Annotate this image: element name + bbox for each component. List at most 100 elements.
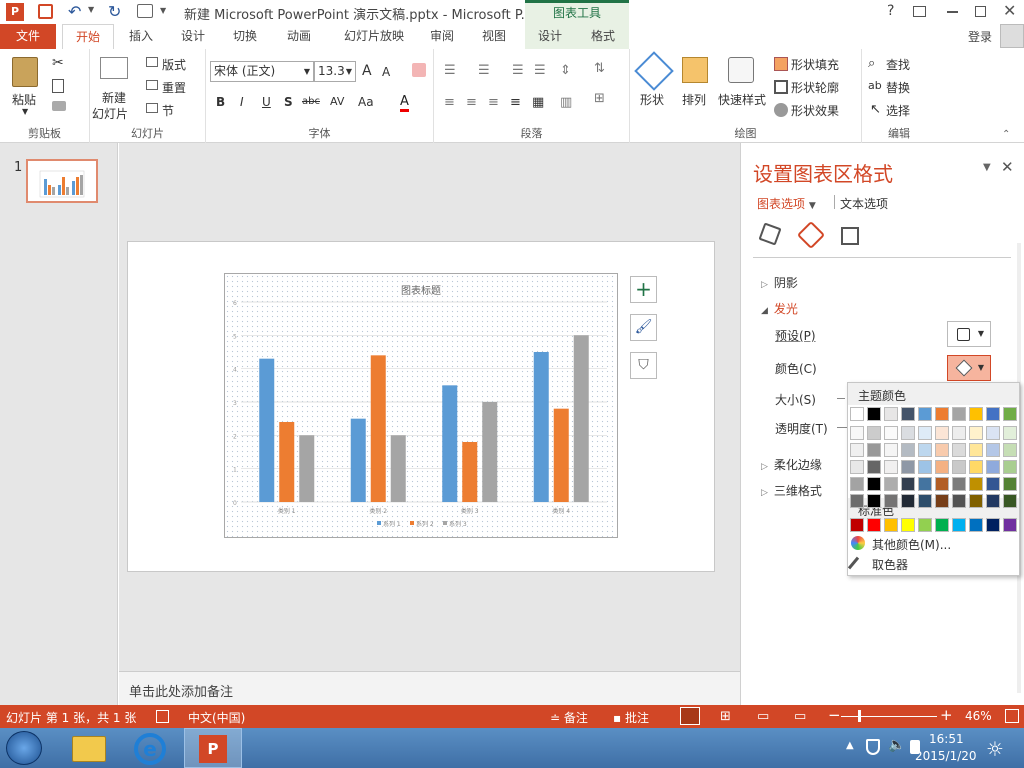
- tab-animations[interactable]: 动画: [276, 24, 322, 49]
- copy-icon[interactable]: [52, 79, 64, 93]
- theme-shade-swatch[interactable]: [986, 426, 1000, 440]
- zoom-in-button[interactable]: +: [940, 706, 953, 724]
- new-slide-icon[interactable]: [100, 57, 128, 79]
- reset-icon[interactable]: [146, 80, 158, 90]
- theme-shade-swatch[interactable]: [850, 494, 864, 508]
- help-button[interactable]: ?: [887, 3, 894, 19]
- theme-shade-swatch[interactable]: [850, 460, 864, 474]
- quick-styles-icon[interactable]: [728, 57, 754, 83]
- notes-toggle[interactable]: ≐ 备注: [550, 709, 588, 726]
- font-size-select[interactable]: 13.3 ▼: [314, 61, 356, 82]
- show-desktop-icon[interactable]: ☼: [986, 737, 1004, 761]
- theme-color-swatch[interactable]: [935, 407, 949, 421]
- clock-time[interactable]: 16:51: [929, 732, 964, 746]
- tab-review[interactable]: 审阅: [420, 24, 464, 49]
- theme-shade-swatch[interactable]: [1003, 426, 1017, 440]
- text-direction-icon[interactable]: ⇅: [594, 61, 605, 76]
- arrange-icon[interactable]: [682, 57, 708, 83]
- tab-file[interactable]: 文件: [0, 24, 56, 49]
- theme-shade-swatch[interactable]: [901, 426, 915, 440]
- theme-shade-swatch[interactable]: [884, 426, 898, 440]
- layout-button[interactable]: 版式: [162, 56, 186, 73]
- theme-color-swatch[interactable]: [1003, 407, 1017, 421]
- user-avatar[interactable]: [1000, 24, 1024, 48]
- align-center-icon[interactable]: ≡: [466, 95, 477, 110]
- standard-color-swatch[interactable]: [952, 518, 966, 532]
- theme-shade-swatch[interactable]: [867, 426, 881, 440]
- shape-effects-button[interactable]: 形状效果: [791, 102, 839, 119]
- fill-line-icon[interactable]: [758, 222, 782, 246]
- redo-icon[interactable]: ↻: [108, 2, 121, 21]
- paste-button[interactable]: 粘贴: [12, 91, 36, 108]
- standard-color-swatch[interactable]: [850, 518, 864, 532]
- theme-shade-swatch[interactable]: [867, 460, 881, 474]
- ribbon-display-icon[interactable]: [913, 6, 926, 17]
- align-left-icon[interactable]: ≡: [444, 95, 455, 110]
- section-3d-format[interactable]: ▷ 三维格式: [761, 482, 822, 499]
- zoom-out-button[interactable]: −: [828, 706, 841, 724]
- theme-shade-swatch[interactable]: [935, 477, 949, 491]
- glow-transparency-slider[interactable]: [837, 427, 847, 428]
- chart-title[interactable]: 图表标题: [225, 282, 617, 297]
- effects-icon[interactable]: [796, 220, 826, 250]
- theme-shade-swatch[interactable]: [1003, 443, 1017, 457]
- theme-shade-swatch[interactable]: [952, 443, 966, 457]
- pane-close-icon[interactable]: ✕: [1001, 158, 1014, 176]
- chart-styles-button[interactable]: 🖌: [630, 314, 657, 341]
- shape-effects-icon[interactable]: [774, 103, 788, 117]
- start-from-beginning-icon[interactable]: [137, 4, 153, 18]
- fit-to-window-button[interactable]: [1005, 709, 1019, 723]
- grow-font-button[interactable]: A: [362, 63, 372, 79]
- theme-shade-swatch[interactable]: [969, 426, 983, 440]
- shape-fill-button[interactable]: 形状填充: [791, 56, 839, 73]
- chart-elements-button[interactable]: +: [630, 276, 657, 303]
- theme-shade-swatch[interactable]: [884, 443, 898, 457]
- theme-shade-swatch[interactable]: [986, 460, 1000, 474]
- theme-color-swatch[interactable]: [969, 407, 983, 421]
- theme-shade-swatch[interactable]: [884, 460, 898, 474]
- volume-icon[interactable]: 🔈: [888, 737, 905, 753]
- chart-filters-button[interactable]: ⛉: [630, 352, 657, 379]
- shape-outline-icon[interactable]: [774, 80, 788, 94]
- zoom-level[interactable]: 46%: [965, 709, 992, 723]
- theme-shade-swatch[interactable]: [986, 443, 1000, 457]
- theme-shade-swatch[interactable]: [969, 477, 983, 491]
- pane-options-icon[interactable]: ▼: [983, 162, 991, 173]
- theme-shade-swatch[interactable]: [1003, 494, 1017, 508]
- theme-shade-swatch[interactable]: [918, 460, 932, 474]
- theme-shade-swatch[interactable]: [969, 443, 983, 457]
- reset-button[interactable]: 重置: [162, 79, 186, 96]
- theme-shade-swatch[interactable]: [850, 443, 864, 457]
- line-spacing-icon[interactable]: ⇕: [560, 63, 571, 78]
- bullets-icon[interactable]: ☰: [444, 63, 456, 78]
- font-color-button[interactable]: A: [400, 94, 409, 112]
- align-right-icon[interactable]: ≡: [488, 95, 499, 110]
- smartart-icon[interactable]: ⊞: [594, 91, 605, 106]
- undo-dropdown-icon[interactable]: ▼: [88, 5, 94, 14]
- section-icon[interactable]: [146, 103, 158, 113]
- theme-color-swatch[interactable]: [986, 407, 1000, 421]
- tray-expand-icon[interactable]: ▲: [846, 740, 854, 751]
- shapes-button[interactable]: 形状: [640, 91, 664, 108]
- section-button[interactable]: 节: [162, 102, 174, 119]
- columns-icon[interactable]: ▥: [560, 95, 572, 110]
- shape-outline-button[interactable]: 形状轮廓: [791, 79, 839, 96]
- theme-shade-swatch[interactable]: [884, 494, 898, 508]
- layout-icon[interactable]: [146, 57, 158, 67]
- increase-indent-icon[interactable]: ☰: [534, 63, 546, 78]
- theme-shade-swatch[interactable]: [952, 426, 966, 440]
- find-button[interactable]: 查找: [886, 56, 910, 73]
- theme-shade-swatch[interactable]: [986, 494, 1000, 508]
- customize-qat-icon[interactable]: ▼: [160, 6, 166, 15]
- standard-color-swatch[interactable]: [867, 518, 881, 532]
- theme-shade-swatch[interactable]: [918, 477, 932, 491]
- paste-icon[interactable]: [12, 57, 38, 87]
- theme-color-swatch[interactable]: [850, 407, 864, 421]
- theme-shade-swatch[interactable]: [867, 494, 881, 508]
- theme-color-swatch[interactable]: [952, 407, 966, 421]
- new-slide-button-line2[interactable]: 幻灯片: [92, 105, 128, 122]
- shadow-button[interactable]: S: [284, 95, 293, 109]
- sign-in-link[interactable]: 登录: [968, 28, 992, 45]
- more-colors-option[interactable]: 其他颜色(M)...: [850, 535, 1016, 553]
- theme-shade-swatch[interactable]: [1003, 460, 1017, 474]
